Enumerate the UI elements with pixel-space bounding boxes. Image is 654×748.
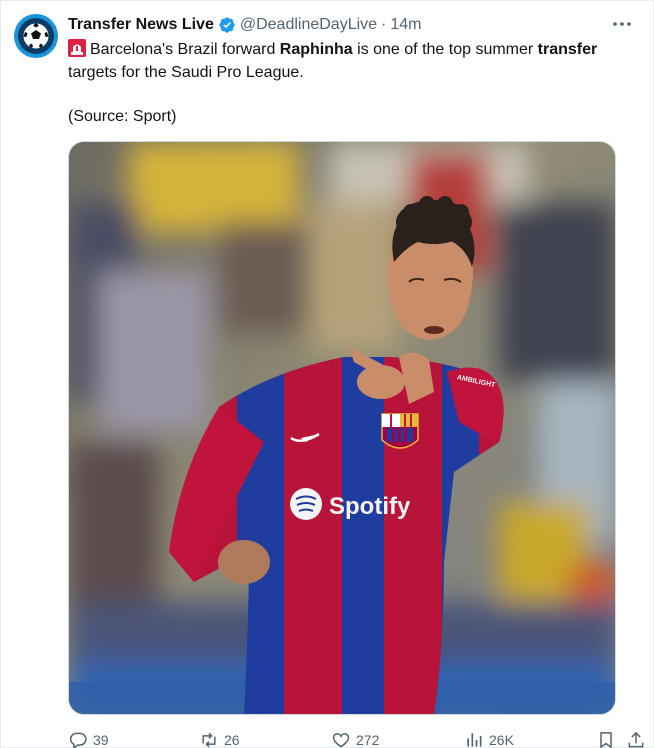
repost-button[interactable]: 26 (199, 730, 240, 748)
bookmark-icon (600, 732, 612, 748)
source-line: (Source: Sport) (68, 108, 177, 125)
timestamp[interactable]: 14m (390, 16, 421, 34)
repost-count: 26 (224, 732, 240, 748)
share-icon (628, 731, 644, 748)
more-dots-icon (613, 22, 631, 26)
avatar[interactable] (14, 14, 58, 58)
like-count: 272 (356, 732, 380, 748)
handle[interactable]: @DeadlineDayLive (240, 16, 377, 34)
share-button[interactable] (626, 730, 646, 748)
verified-badge-icon (219, 17, 235, 33)
reply-count: 39 (93, 732, 109, 748)
more-options-button[interactable] (611, 13, 633, 35)
views-count: 26K (489, 732, 514, 748)
player-photo: Spotify AMBILIGHT (69, 142, 615, 714)
tweet-photo[interactable]: Spotify AMBILIGHT (68, 141, 616, 715)
analytics-bars-icon (467, 733, 482, 747)
heart-icon (332, 733, 350, 748)
reply-button[interactable]: 39 (68, 730, 109, 748)
rotating-light-icon (68, 39, 86, 57)
jersey-sponsor-text: Spotify (329, 493, 411, 520)
tweet: Transfer News Live @DeadlineDayLive · 14… (0, 0, 654, 748)
text-part-5: targets for the Saudi Pro League. (68, 64, 304, 81)
display-name[interactable]: Transfer News Live (68, 16, 214, 34)
repost-icon (202, 732, 216, 748)
text-bold-transfer: transfer (537, 41, 598, 58)
bookmark-button[interactable] (596, 730, 616, 748)
text-part-3: is one of the top summer (352, 41, 538, 58)
text-bold-raphinha: Raphinha (279, 41, 353, 58)
action-bar: 39 26 272 26K (68, 730, 646, 748)
tweet-header: Transfer News Live @DeadlineDayLive · 14… (68, 13, 422, 37)
separator-dot: · (381, 16, 387, 33)
like-button[interactable]: 272 (331, 730, 379, 748)
soccer-ball-icon (22, 22, 50, 50)
text-part-1: Barcelona's Brazil forward (90, 41, 280, 58)
tweet-text: Barcelona's Brazil forward Raphinha is o… (68, 38, 646, 84)
reply-icon (69, 732, 87, 748)
views-button[interactable]: 26K (464, 730, 514, 748)
